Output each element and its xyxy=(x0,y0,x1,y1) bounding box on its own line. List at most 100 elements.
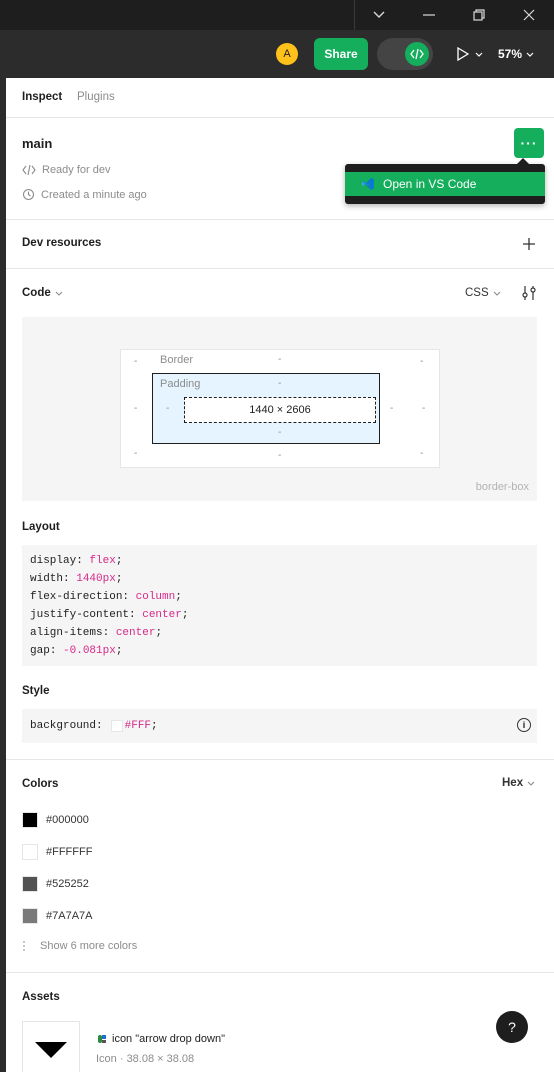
dev-mode-knob xyxy=(405,42,429,66)
add-resource-button[interactable] xyxy=(520,235,538,253)
restore-icon xyxy=(473,9,485,21)
show-more-colors-button[interactable]: Show 6 more colors xyxy=(22,940,137,952)
color-item[interactable]: #000000 xyxy=(22,812,89,828)
plus-icon xyxy=(523,238,535,250)
color-swatch xyxy=(22,908,38,924)
code-value: center xyxy=(142,609,182,621)
asset-name[interactable]: icon "arrow drop down" xyxy=(96,1033,225,1045)
open-in-vscode-item[interactable]: Open in VS Code xyxy=(345,172,545,196)
menu-caret xyxy=(517,158,529,164)
restore-button[interactable] xyxy=(454,0,504,30)
share-button[interactable]: Share xyxy=(314,38,368,70)
color-hex: #525252 xyxy=(46,878,89,890)
language-value: CSS xyxy=(465,287,489,299)
style-title: Style xyxy=(22,685,50,697)
present-button[interactable] xyxy=(452,42,488,66)
more-options-menu: Open in VS Code xyxy=(345,158,545,204)
color-item[interactable]: #7A7A7A xyxy=(22,908,92,924)
border-label: Border xyxy=(160,354,194,366)
divider xyxy=(6,972,554,973)
play-icon xyxy=(457,47,469,61)
assets-title: Assets xyxy=(22,991,60,1003)
node-created: Created a minute ago xyxy=(22,188,147,201)
zoom-control[interactable]: 57% xyxy=(498,42,534,66)
box-sizing-caption: border-box xyxy=(475,481,529,493)
language-select[interactable]: CSS xyxy=(465,287,501,299)
node-title: main xyxy=(22,136,53,151)
tab-inspect[interactable]: Inspect xyxy=(22,91,62,103)
vscode-icon xyxy=(362,178,374,190)
more-options-button[interactable]: ··· xyxy=(514,128,544,158)
colors-title: Colors xyxy=(22,778,59,790)
border-corner-value: - xyxy=(134,448,138,459)
more-vertical-icon xyxy=(23,941,25,951)
minimize-button[interactable] xyxy=(404,0,454,30)
divider xyxy=(6,219,554,220)
zoom-value: 57% xyxy=(498,47,523,61)
padding-bottom-value: - xyxy=(278,427,282,438)
box-model-content: 1440 × 2606 xyxy=(184,397,376,423)
top-toolbar: A Share 57% xyxy=(0,30,554,78)
asset-thumbnail[interactable] xyxy=(22,1021,80,1072)
chevron-down-icon xyxy=(526,52,534,57)
asset-name-text: icon "arrow drop down" xyxy=(112,1033,225,1045)
code-prop: flex-direction xyxy=(30,591,123,603)
border-bottom-value: - xyxy=(278,450,282,461)
border-corner-value: - xyxy=(420,448,424,459)
node-created-text: Created a minute ago xyxy=(41,188,147,201)
open-in-vscode-label: Open in VS Code xyxy=(383,177,477,191)
border-right-value: - xyxy=(422,403,426,414)
window-titlebar xyxy=(0,0,554,30)
tab-plugins[interactable]: Plugins xyxy=(77,91,115,103)
code-prop: gap xyxy=(30,645,50,657)
code-value: flex xyxy=(89,555,116,567)
asset-meta: Icon · 38.08 × 38.08 xyxy=(96,1053,195,1065)
color-hex: #000000 xyxy=(46,814,89,826)
color-item[interactable]: #525252 xyxy=(22,876,89,892)
color-hex: #FFFFFF xyxy=(46,846,93,858)
border-corner-value: - xyxy=(134,356,138,367)
code-line: flex-direction: column; xyxy=(30,591,182,603)
chevron-down-icon xyxy=(493,291,501,296)
border-left-value: - xyxy=(134,403,138,414)
padding-left-value: - xyxy=(166,403,170,414)
chevron-down-icon xyxy=(55,291,63,296)
code-section-header[interactable]: Code xyxy=(22,287,63,299)
code-value: center xyxy=(115,627,156,639)
code-line: width: 1440px; xyxy=(30,573,123,585)
border-top-value: - xyxy=(278,354,282,365)
code-line: display: flex; xyxy=(30,555,123,567)
info-icon[interactable]: i xyxy=(517,718,531,732)
padding-right-value: - xyxy=(390,403,394,414)
color-item[interactable]: #FFFFFF xyxy=(22,844,92,860)
code-prop: width xyxy=(30,573,64,585)
window-menu-button[interactable] xyxy=(354,0,404,30)
code-settings-icon[interactable] xyxy=(520,284,538,302)
minimize-icon xyxy=(423,14,435,16)
code-prop: background xyxy=(30,720,97,732)
color-format-select[interactable]: Hex xyxy=(502,777,535,789)
dev-mode-toggle[interactable] xyxy=(377,38,433,70)
color-hex: #7A7A7A xyxy=(46,910,93,922)
help-button[interactable]: ? xyxy=(496,1011,528,1043)
dev-resources-title: Dev resources xyxy=(22,237,102,249)
box-model: Border - - - - - - - - Padding - - - - 1… xyxy=(22,317,537,501)
component-icon xyxy=(98,1035,106,1043)
padding-top-value: - xyxy=(278,378,282,389)
panel-tabs: Inspect Plugins xyxy=(6,78,554,118)
style-code[interactable]: background: #FFF; i xyxy=(22,709,537,743)
close-window-button[interactable] xyxy=(504,0,554,30)
color-swatch xyxy=(22,844,38,860)
history-icon xyxy=(22,188,35,201)
more-dots-icon: ··· xyxy=(520,135,538,151)
border-corner-value: - xyxy=(420,356,424,367)
code-prop: align-items xyxy=(30,627,103,639)
layout-code[interactable]: display: flex; width: 1440px; flex-direc… xyxy=(22,545,537,666)
user-avatar[interactable]: A xyxy=(276,43,298,65)
color-swatch xyxy=(110,720,123,732)
inspect-panel: Inspect Plugins main Ready for dev Creat… xyxy=(6,78,554,1072)
chevron-down-icon xyxy=(475,52,483,57)
code-icon xyxy=(22,165,36,175)
code-icon xyxy=(410,48,424,60)
color-format-value: Hex xyxy=(502,777,524,789)
